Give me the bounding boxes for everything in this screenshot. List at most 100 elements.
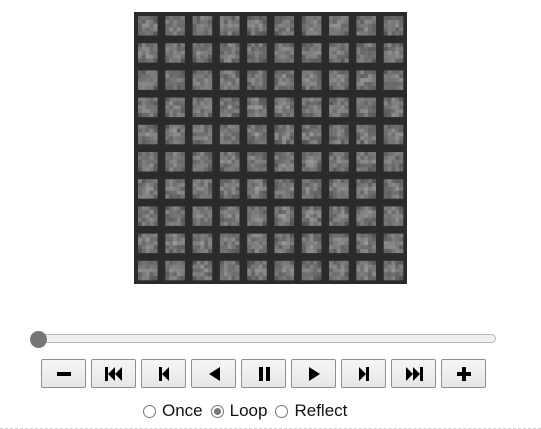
sample-tile: [270, 148, 298, 176]
sample-tile: [134, 229, 162, 257]
sample-tile: [325, 202, 353, 230]
sample-tile: [352, 39, 380, 67]
sample-tile: [379, 148, 407, 176]
sample-tile: [352, 120, 380, 148]
reflect-radio[interactable]: [275, 404, 289, 418]
slider-track[interactable]: [34, 334, 496, 343]
sample-tile: [270, 120, 298, 148]
sample-tile: [161, 256, 189, 284]
sample-tile: [297, 148, 326, 176]
animation-frame-image: [134, 12, 407, 284]
generated-samples-grid: [134, 12, 407, 284]
loop-radio[interactable]: [210, 404, 224, 418]
once-radio[interactable]: [143, 404, 156, 418]
sample-tile: [297, 93, 326, 121]
sample-tile: [188, 202, 216, 230]
play-button[interactable]: [291, 359, 336, 388]
sample-tile: [352, 93, 380, 121]
sample-tile: [215, 12, 244, 40]
sample-tile: [161, 93, 189, 121]
sample-tile: [134, 202, 162, 230]
sample-tile: [161, 202, 189, 230]
sample-tile: [325, 39, 353, 67]
sample-tile: [134, 66, 162, 94]
sample-tile: [297, 256, 326, 284]
sample-tile: [297, 229, 326, 257]
sample-tile: [215, 66, 244, 94]
sample-tile: [134, 256, 162, 284]
sample-tile: [270, 202, 298, 230]
sample-tile: [243, 12, 271, 40]
pause-button[interactable]: [241, 359, 286, 388]
sample-tile: [297, 39, 326, 67]
frame-slider[interactable]: [30, 331, 496, 348]
mode-reflect[interactable]: Reflect: [275, 401, 347, 421]
sample-tile: [297, 12, 326, 40]
sample-tile: [297, 120, 326, 148]
sample-tile: [134, 93, 162, 121]
sample-tile: [270, 93, 298, 121]
sample-tile: [188, 39, 216, 67]
sample-tile: [215, 202, 244, 230]
sample-tile: [161, 229, 189, 257]
increase-speed-button[interactable]: [441, 359, 486, 388]
sample-tile: [379, 175, 407, 203]
sample-tile: [352, 148, 380, 176]
sample-tile: [297, 202, 326, 230]
mode-loop[interactable]: Loop: [210, 401, 267, 421]
mode-once[interactable]: Once: [143, 401, 203, 421]
sample-tile: [161, 175, 189, 203]
sample-tile: [325, 175, 353, 203]
sample-tile: [161, 148, 189, 176]
decrease-speed-button[interactable]: [41, 359, 86, 388]
sample-tile: [379, 66, 407, 94]
playback-mode-group: Once Loop Reflect: [143, 401, 355, 421]
sample-tile: [243, 256, 271, 284]
sample-tile: [215, 148, 244, 176]
sample-tile: [243, 66, 271, 94]
sample-tile: [352, 12, 380, 40]
sample-tile: [161, 66, 189, 94]
play-reverse-button[interactable]: [191, 359, 236, 388]
sample-tile: [243, 39, 271, 67]
sample-tile: [379, 12, 407, 40]
sample-tile: [325, 148, 353, 176]
sample-tile: [379, 120, 407, 148]
sample-tile: [379, 39, 407, 67]
sample-tile: [188, 175, 216, 203]
sample-tile: [270, 12, 298, 40]
sample-tile: [161, 39, 189, 67]
sample-tile: [161, 12, 189, 40]
last-frame-button[interactable]: [391, 359, 436, 388]
sample-tile: [188, 12, 216, 40]
play-icon: [308, 366, 320, 381]
reflect-label: Reflect: [294, 401, 348, 420]
slider-thumb[interactable]: [30, 331, 47, 348]
sample-tile: [215, 39, 244, 67]
once-label: Once: [162, 401, 203, 420]
sample-tile: [215, 120, 244, 148]
sample-tile: [134, 175, 162, 203]
sample-tile: [188, 229, 216, 257]
sample-tile: [134, 12, 162, 40]
previous-frame-button[interactable]: [141, 359, 186, 388]
sample-tile: [325, 229, 353, 257]
sample-tile: [270, 66, 298, 94]
sample-tile: [188, 148, 216, 176]
sample-tile: [270, 175, 298, 203]
sample-tile: [243, 120, 271, 148]
next-frame-button[interactable]: [341, 359, 386, 388]
first-frame-button[interactable]: [91, 359, 136, 388]
sample-tile: [243, 202, 271, 230]
sample-tile: [325, 93, 353, 121]
sample-tile: [134, 120, 162, 148]
step-forward-icon: [358, 366, 369, 381]
sample-tile: [379, 93, 407, 121]
sample-tile: [215, 93, 244, 121]
sample-tile: [270, 229, 298, 257]
sample-tile: [325, 12, 353, 40]
sample-tile: [297, 66, 326, 94]
sample-tile: [325, 256, 353, 284]
sample-tile: [379, 202, 407, 230]
sample-tile: [243, 175, 271, 203]
